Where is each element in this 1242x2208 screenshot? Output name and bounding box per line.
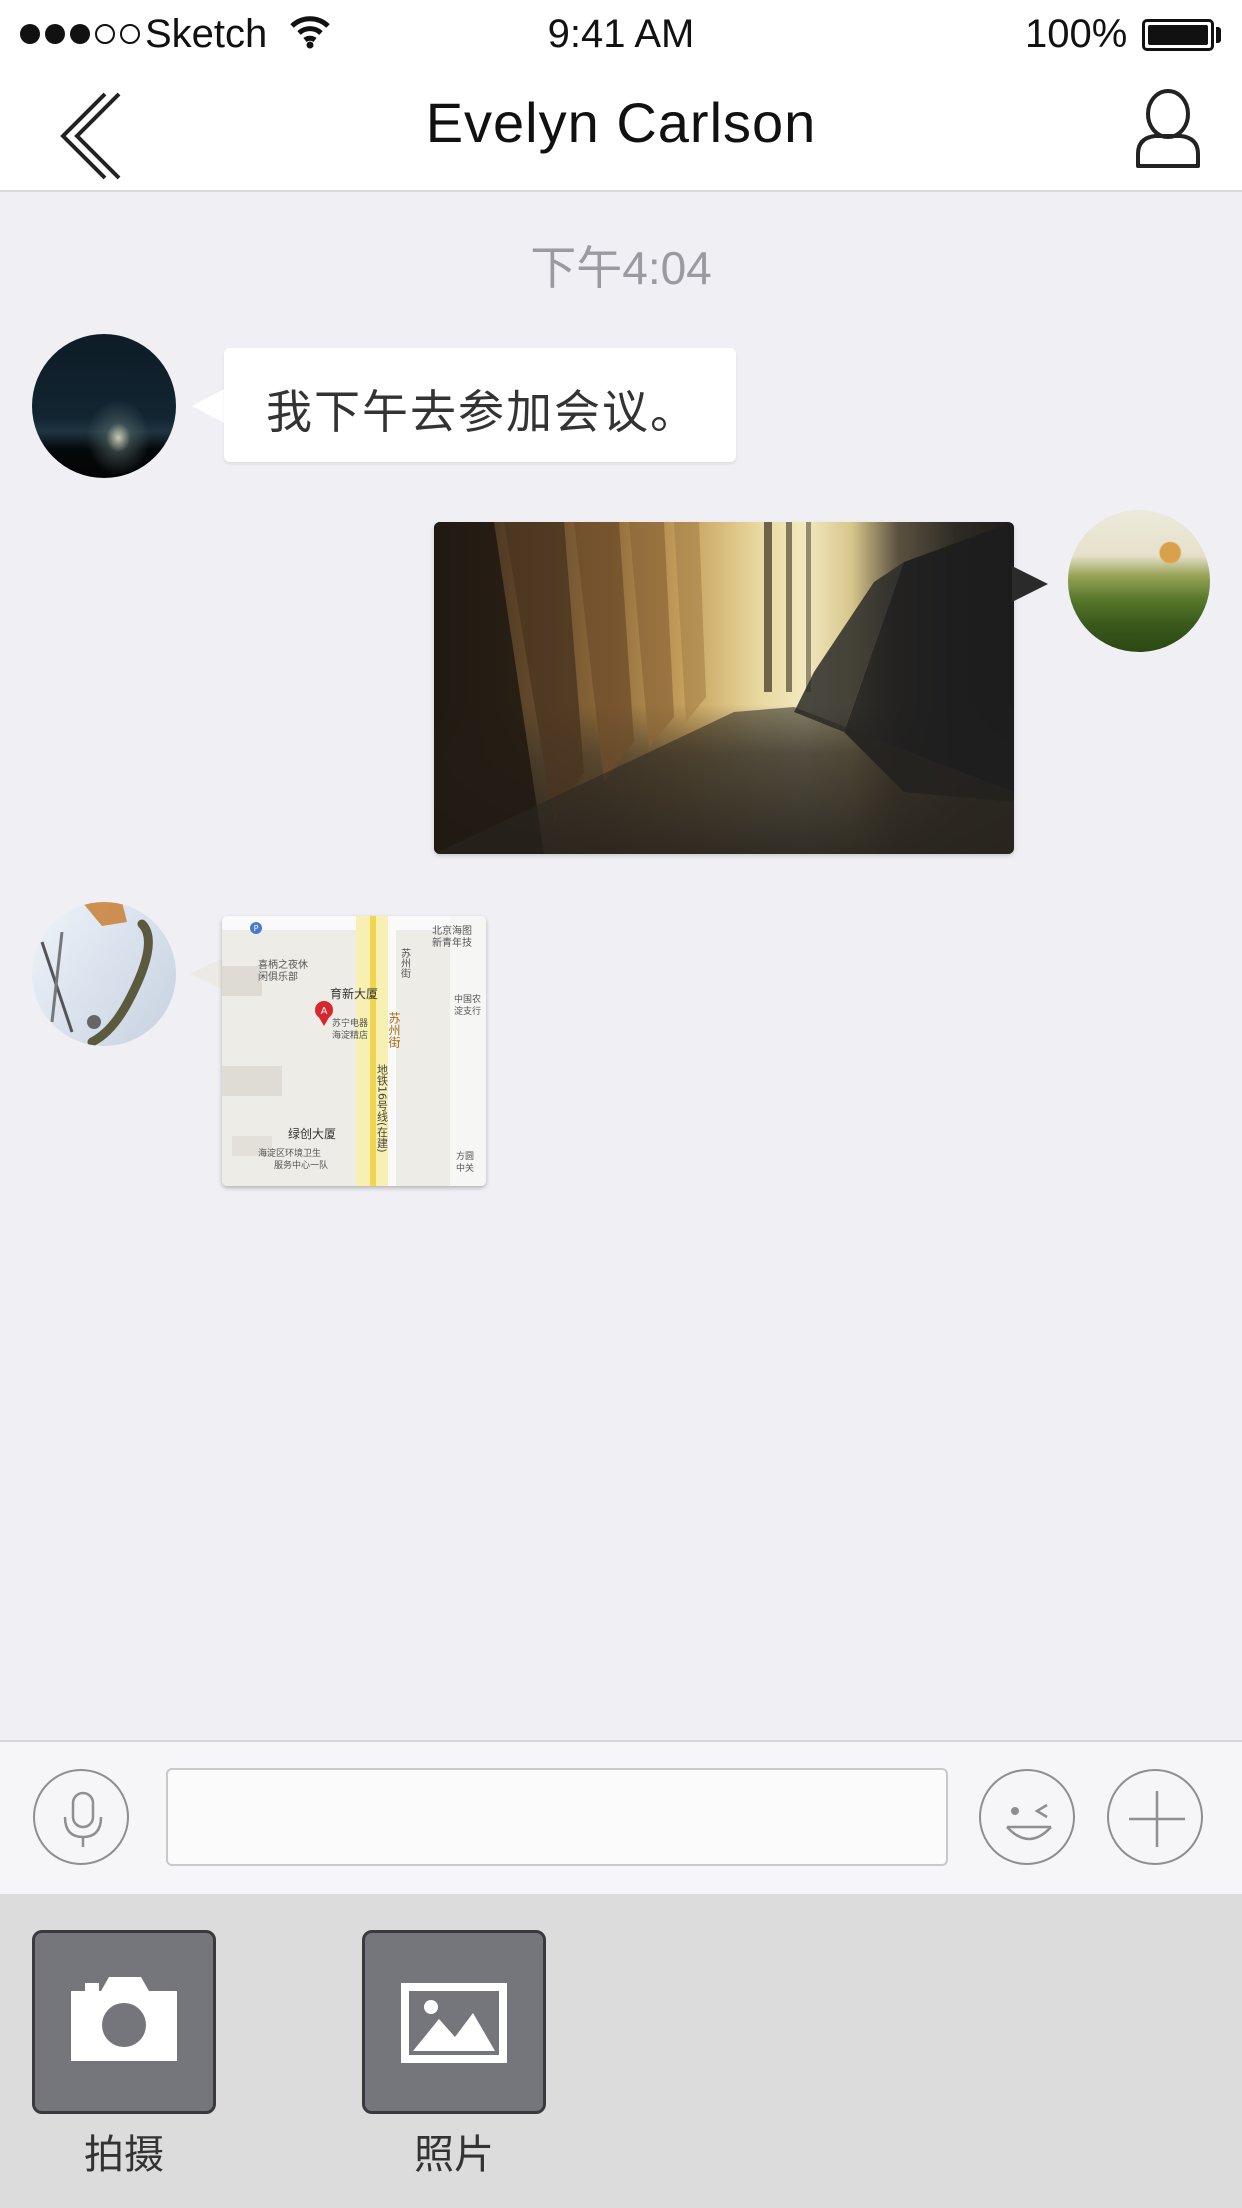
map-street-label: 地铁16号线(在建) <box>376 1064 389 1153</box>
map-pin-icon: A <box>321 1006 328 1017</box>
my-avatar[interactable] <box>1068 510 1210 652</box>
battery-tip <box>1216 27 1221 43</box>
message-timestamp: 下午4:04 <box>530 242 712 294</box>
photo-icon <box>401 1983 507 2063</box>
plus-icon <box>1129 1791 1185 1847</box>
map-street-label: 苏州街 <box>399 947 411 979</box>
map-label: 育新大厦 <box>330 986 378 1001</box>
map-label: 海淀区环境卫生 <box>258 1147 321 1159</box>
photos-button[interactable] <box>362 1930 546 2114</box>
camera-label: 拍摄 <box>84 2133 164 2177</box>
svg-text:P: P <box>254 924 259 933</box>
map-label: 海淀精店 <box>332 1029 368 1041</box>
map-label: 喜柄之夜休 <box>258 958 308 971</box>
map-label: 中关 <box>456 1162 474 1174</box>
map-label: 绿创大厦 <box>288 1126 336 1141</box>
navigation-bar: Evelyn Carlson <box>0 70 1242 192</box>
camera-icon <box>71 1977 177 2061</box>
emoji-icon <box>1006 1803 1052 1841</box>
map-label: 北京海图 <box>432 924 472 937</box>
map-label: 苏宁电器 <box>332 1017 368 1029</box>
bubble-tail <box>1012 566 1048 602</box>
message-text: 我下午去参加会议。 <box>266 386 698 438</box>
map-label: 新青年技 <box>432 936 472 949</box>
photos-label: 照片 <box>414 2133 494 2177</box>
message-text-input[interactable] <box>166 1768 948 1866</box>
status-bar: Sketch 9:41 AM 100% <box>0 0 1242 70</box>
image-content <box>434 522 1014 854</box>
voice-input-button[interactable] <box>33 1769 129 1865</box>
message-input-bar <box>0 1740 1242 1894</box>
map-street-label: 苏州街 <box>387 1012 401 1048</box>
map-label: 中国农 <box>454 993 481 1005</box>
camera-button[interactable] <box>32 1930 216 2114</box>
more-options-button[interactable] <box>1107 1769 1203 1865</box>
microphone-icon <box>63 1791 103 1847</box>
map-image: P 北京海图 新青年技 喜柄之夜休 闲俱乐部 育新大厦 苏宁电器 海淀精店 中国… <box>222 916 486 1186</box>
contact-avatar[interactable] <box>32 334 176 478</box>
user-icon <box>1136 89 1200 168</box>
attachment-panel: 拍摄 照片 <box>0 1894 1242 2208</box>
emoji-button[interactable] <box>979 1769 1075 1865</box>
location-map-bubble[interactable]: P 北京海图 新青年技 喜柄之夜休 闲俱乐部 育新大厦 苏宁电器 海淀精店 中国… <box>222 916 486 1186</box>
profile-button[interactable] <box>1133 82 1203 172</box>
contact-avatar[interactable] <box>32 902 176 1046</box>
incoming-text-bubble[interactable]: 我下午去参加会议。 <box>224 348 736 462</box>
battery-icon <box>1142 19 1214 51</box>
page-title: Evelyn Carlson <box>425 91 817 154</box>
map-label: 淀支行 <box>454 1005 481 1017</box>
map-label: 方圆 <box>456 1150 474 1162</box>
battery-percentage: 100% <box>1025 12 1128 56</box>
bubble-tail <box>190 958 224 990</box>
map-label: 服务中心一队 <box>274 1159 328 1171</box>
map-label: 闲俱乐部 <box>258 970 298 983</box>
avatar-image <box>40 902 153 1046</box>
outgoing-image-bubble[interactable] <box>434 522 1014 854</box>
bubble-tail <box>192 388 226 424</box>
